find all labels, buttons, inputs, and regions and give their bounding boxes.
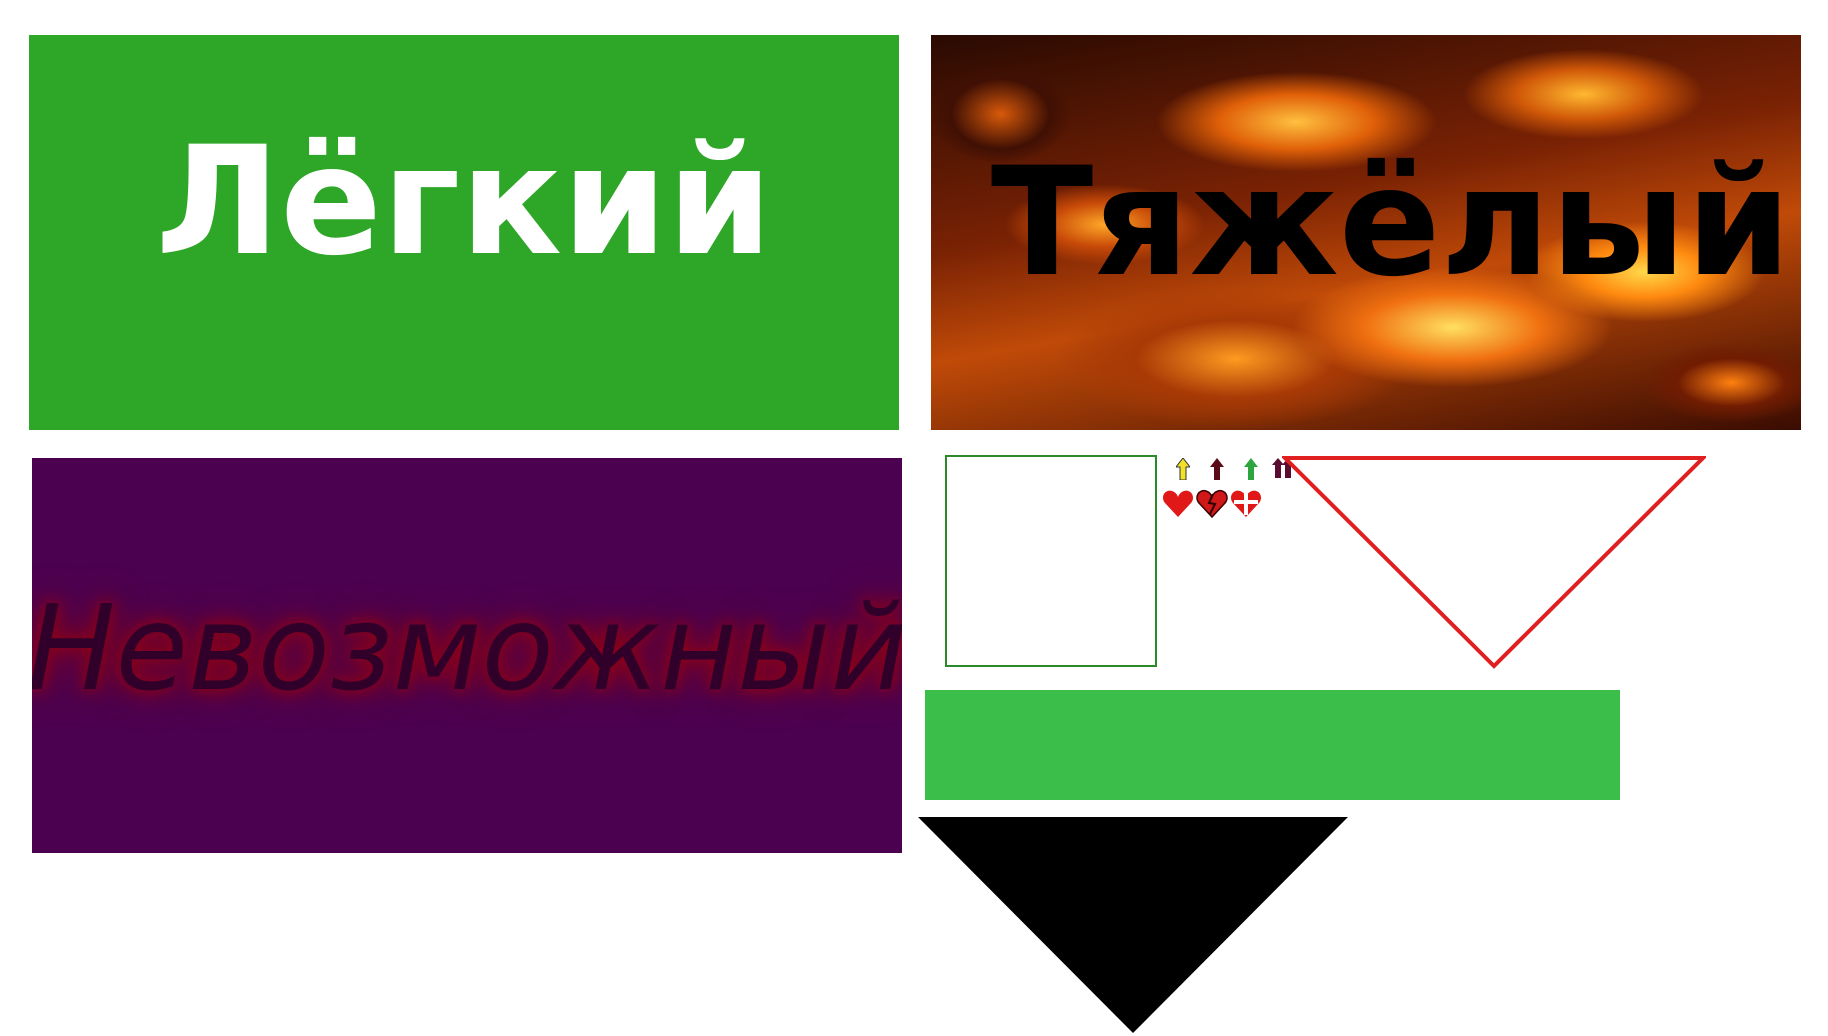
broken-heart-icon: [1196, 488, 1228, 520]
hard-difficulty-label: Тяжёлый: [990, 135, 1792, 310]
empty-preview-box: [945, 455, 1157, 667]
heart-icons-row: [1162, 488, 1264, 520]
impossible-difficulty-label: Невозможный: [32, 579, 902, 717]
heart-icon: [1162, 488, 1194, 520]
impossible-difficulty-button[interactable]: Невозможный: [32, 458, 902, 853]
green-bar: [925, 690, 1620, 800]
game-menu-screen: Лёгкий Тяжёлый Невозможный: [0, 0, 1828, 1036]
easy-difficulty-label: Лёгкий: [155, 114, 773, 289]
arrow-up-green-icon: [1238, 458, 1264, 480]
black-down-triangle[interactable]: [918, 817, 1348, 1033]
easy-difficulty-button[interactable]: Лёгкий: [29, 35, 899, 430]
plus-heart-icon: [1230, 488, 1262, 520]
hard-difficulty-button[interactable]: Тяжёлый: [931, 35, 1801, 430]
arrow-up-yellow-icon: [1170, 458, 1196, 480]
arrow-up-darkred-icon: [1204, 458, 1230, 480]
red-outline-triangle: [1282, 456, 1706, 669]
